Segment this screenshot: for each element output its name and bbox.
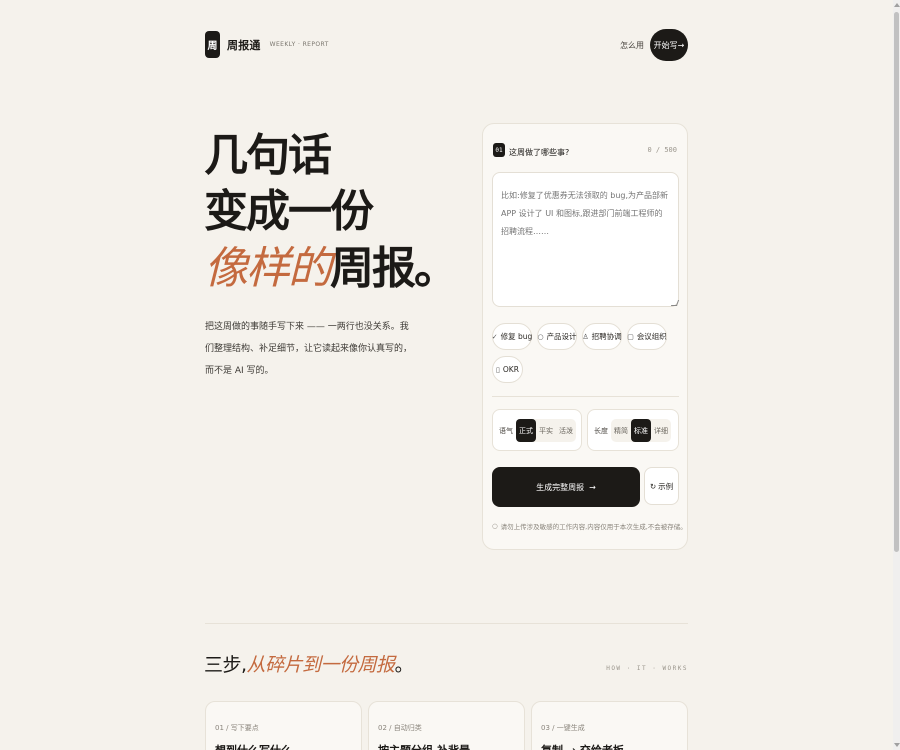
logo-subtitle: WEEKLY · REPORT — [269, 41, 329, 48]
hero-description: 把这周做的事随手写下来 —— 一两行也没关系。我们整理结构、补足细节，让它读起来… — [205, 322, 413, 376]
step-number: 01 / 写下要点 — [215, 724, 259, 732]
circle-icon: ○ — [537, 332, 544, 341]
privacy-note: ○ 请勿上传涉及敏感的工作内容,内容仅用于本次生成,不会被存储。 — [492, 521, 687, 531]
tone-label: 语气 — [499, 427, 513, 435]
hero-title-rest: 周报。 — [330, 243, 458, 294]
chip-fix-bug[interactable]: ✓ 修复 bug — [492, 323, 532, 350]
length-options: 精简 标准 详细 — [611, 419, 671, 442]
title-prefix: 三步, — [204, 654, 247, 676]
title-accent: 从碎片到一份周报 — [246, 654, 396, 676]
chip-label: 修复 bug — [500, 332, 533, 341]
length-option-standard[interactable]: 标准 — [631, 419, 651, 442]
page-scrollbar[interactable] — [893, 0, 900, 750]
step-badge: 01 — [493, 143, 505, 157]
divider — [492, 396, 679, 397]
target-icon: ▯ — [496, 365, 500, 374]
tone-selector: 语气 正式 平实 活泼 — [492, 409, 582, 451]
chip-okr[interactable]: ▯ OKR — [492, 356, 523, 383]
logo-name: 周报通 — [227, 38, 261, 52]
step-heading: 想到什么写什么 — [215, 742, 292, 750]
tone-option-plain[interactable]: 平实 — [536, 419, 556, 442]
logo-mark-icon: 周 — [205, 31, 220, 58]
generate-label: 生成完整周报 — [536, 482, 585, 492]
char-counter: 0 / 500 — [647, 146, 677, 154]
scroll-down-icon[interactable] — [894, 743, 900, 747]
privacy-note-text: 请勿上传涉及敏感的工作内容,内容仅用于本次生成,不会被存储。 — [500, 523, 687, 531]
hero-title-line-2: 变成一份 — [204, 186, 374, 237]
refresh-icon: ↻ — [649, 481, 657, 491]
tone-option-formal[interactable]: 正式 — [516, 419, 536, 442]
chip-recruiting[interactable]: ♙ 招聘协调 — [582, 323, 622, 350]
page: 周 周报通 WEEKLY · REPORT 怎么用 开始写→ 几句话 变成一份 … — [0, 0, 893, 750]
step-number: 02 / 自动归类 — [378, 724, 422, 732]
work-items-input[interactable] — [492, 172, 679, 307]
section-divider — [205, 623, 688, 624]
example-button[interactable]: ↻ 示例 — [644, 467, 679, 505]
person-icon: ♙ — [582, 332, 589, 341]
scroll-up-icon[interactable] — [894, 3, 900, 7]
title-suffix: 。 — [394, 654, 414, 676]
nav-how-link[interactable]: 怎么用 — [620, 40, 644, 51]
step-card-3: 03 / 一键生成 复制 → 交给老板 — [531, 701, 688, 750]
step-heading: 复制 → 交给老板 — [541, 742, 624, 750]
step-number: 03 / 一键生成 — [541, 724, 585, 732]
info-icon: ○ — [492, 522, 498, 530]
how-it-works-kicker: HOW · IT · WORKS — [606, 665, 688, 672]
chip-label: 会议组织 — [636, 332, 667, 341]
step-card-1: 01 / 写下要点 想到什么写什么 — [205, 701, 362, 750]
chip-product-design[interactable]: ○ 产品设计 — [537, 323, 577, 350]
chip-label: 招聘协调 — [591, 332, 622, 341]
hero-title-line-3: 像样的周报。 — [204, 241, 458, 297]
report-input-card: 01 这周做了哪些事? 0 / 500 ✓修复 bug ○产品设计 ♙招聘协调 … — [482, 123, 688, 550]
step-card-2: 02 / 自动归类 按主题分组,补背景 — [368, 701, 525, 750]
chip-label: OKR — [502, 365, 519, 374]
calendar-icon: ▢ — [627, 332, 634, 341]
how-it-works-title: 三步,从碎片到一份周报。 — [204, 650, 414, 677]
hero-title-accent: 像样的 — [204, 243, 332, 294]
chip-label: 产品设计 — [546, 332, 577, 341]
length-option-brief[interactable]: 精简 — [611, 419, 631, 442]
logo[interactable]: 周 周报通 WEEKLY · REPORT — [205, 31, 329, 58]
generate-report-button[interactable]: 生成完整周报 → — [492, 467, 640, 507]
tone-option-lively[interactable]: 活泼 — [556, 419, 576, 442]
step-heading: 按主题分组,补背景 — [378, 742, 470, 750]
resize-grip-icon[interactable] — [670, 300, 680, 306]
length-option-detailed[interactable]: 详细 — [651, 419, 671, 442]
start-writing-button[interactable]: 开始写→ — [650, 29, 688, 61]
question-label: 这周做了哪些事? — [509, 148, 570, 157]
arrow-right-icon: → — [589, 482, 596, 492]
hero-title-line-1: 几句话 — [204, 130, 332, 181]
check-icon: ✓ — [491, 332, 498, 341]
chip-meetings[interactable]: ▢ 会议组织 — [627, 323, 667, 350]
example-label: 示例 — [658, 481, 674, 491]
length-label: 长度 — [594, 427, 608, 435]
scroll-thumb[interactable] — [894, 12, 899, 552]
length-selector: 长度 精简 标准 详细 — [587, 409, 679, 451]
tone-options: 正式 平实 活泼 — [516, 419, 576, 442]
